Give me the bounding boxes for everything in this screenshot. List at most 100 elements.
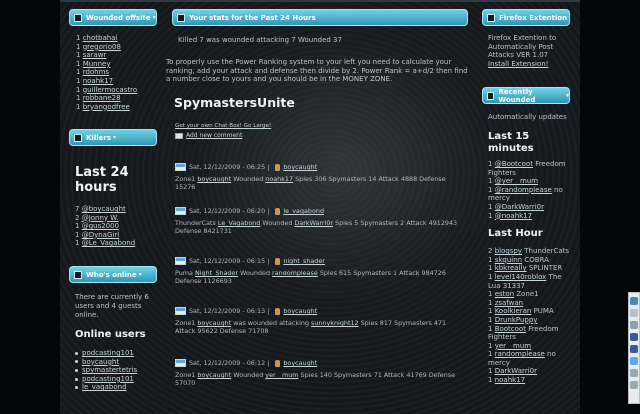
wounded-offsite-header[interactable]: Wounded offsite ▾ (69, 9, 157, 26)
list-item: 1 robbane28 (76, 94, 157, 103)
target-link[interactable]: yer__mum (265, 371, 298, 379)
user-link[interactable]: DarkWarri0r (495, 367, 537, 375)
item-count: 1 (76, 68, 83, 77)
entry-author-link[interactable]: boycaught (283, 307, 317, 315)
user-link[interactable]: rdohms (83, 68, 109, 76)
pencil-icon[interactable] (630, 369, 638, 377)
top-border (60, 0, 580, 2)
user-link[interactable]: @boycaught (82, 205, 126, 213)
user-link[interactable]: guillermocastro (83, 86, 137, 94)
dropdown-arrow-icon: ▾ (138, 271, 142, 278)
add-comment-link[interactable]: Add new comment (186, 132, 242, 139)
user-link[interactable]: chotbahai (83, 34, 118, 42)
target-link[interactable]: sunnyknight12 (311, 319, 359, 327)
user-link[interactable]: blogspy (495, 247, 522, 255)
user-icon (275, 207, 281, 215)
entry-author-link[interactable]: night_shader (283, 257, 325, 265)
user-link[interactable]: eston (495, 290, 514, 298)
user-link[interactable]: gregorio08 (83, 43, 121, 51)
facebook-icon[interactable] (630, 333, 638, 341)
mail-icon[interactable] (630, 309, 638, 317)
entry-author-link[interactable]: le_vagabond (283, 207, 324, 215)
chat-heading: SpymastersUnite (174, 95, 295, 110)
recently-wounded-header[interactable]: Recently Wounded ▾ (482, 87, 570, 104)
online-user-link[interactable]: boycaught (82, 358, 119, 367)
user-link[interactable]: DrunkPuppy (495, 316, 538, 324)
killers-header[interactable]: Killers ▾ (69, 129, 157, 146)
list-item: 1 guillermocastro (76, 86, 157, 95)
user-link[interactable]: @gus2000 (82, 222, 119, 230)
item-count: 1 (488, 376, 495, 385)
gear-icon[interactable] (630, 297, 638, 305)
user-link[interactable]: level140roblox (495, 273, 547, 281)
user-link[interactable]: @yer__mum (495, 177, 538, 185)
online-summary: There are currently 6 users and 4 guests… (75, 293, 149, 319)
user-link[interactable]: @Jonny W. (82, 214, 119, 222)
firefox-extension-header[interactable]: Firefox Extention (482, 9, 570, 26)
list-item: 1 Bootcoot Freedom Fighters (488, 325, 570, 342)
chat-entry: Sat, 12/12/2009 - 06:20 | le_vagabond Thun… (175, 207, 467, 236)
entry-author-link[interactable]: boycaught (283, 163, 317, 171)
calendar-icon (175, 307, 186, 315)
user-link[interactable]: bryangodfree (83, 103, 130, 111)
user-link[interactable]: skquinn (495, 256, 522, 264)
user-link[interactable]: randomplease (495, 350, 545, 358)
entry-author-link[interactable]: boycaught (283, 359, 317, 367)
facebook-square-icon[interactable] (630, 345, 638, 353)
entry-action: Wounded (231, 175, 266, 183)
twitter-icon[interactable] (630, 357, 638, 365)
calendar-icon (175, 257, 186, 265)
user-link[interactable]: yer__mum (495, 342, 531, 350)
entry-date: Sat, 12/12/2009 - 06:25 | (189, 163, 270, 171)
install-extension-link[interactable]: Install Extension! (482, 60, 570, 69)
user-link[interactable]: @Le_Vagabond (82, 239, 135, 247)
item-count: 1 (488, 290, 495, 299)
entry-action: Wounded (237, 269, 273, 277)
user-link[interactable]: @noahk17 (495, 212, 532, 220)
add-comment-row[interactable]: Add new comment (175, 132, 242, 139)
user-link[interactable]: sarawr (83, 51, 107, 59)
user-link[interactable]: Munney (83, 60, 111, 68)
item-count: 1 (488, 324, 495, 333)
share-icon[interactable] (630, 321, 638, 329)
whos-online-header[interactable]: Who's online ▾ (69, 266, 157, 283)
user-link[interactable]: robbane28 (83, 94, 121, 102)
online-user-link[interactable]: podcasting101 (82, 375, 134, 384)
attacker-link[interactable]: boycaught (197, 319, 231, 327)
user-link[interactable]: @DarkWarri0r (495, 203, 544, 211)
attacker-link[interactable]: boycaught (197, 175, 231, 183)
close-icon[interactable] (630, 381, 638, 389)
chat-box-link[interactable]: Get your own Chat Box! Go Large! (175, 123, 271, 129)
user-link[interactable]: @randomplease (495, 186, 552, 194)
ranking-instructions: To properly use the Power Ranking system… (166, 58, 468, 84)
entry-team: Zone1 (175, 371, 198, 379)
attacker-link[interactable]: Night_Shader (195, 269, 238, 277)
online-user-link[interactable]: podcasting101 (82, 349, 134, 358)
user-link[interactable]: Koolkieran (495, 307, 532, 315)
list-item: 1 randomplease no mercy (488, 350, 570, 367)
stats-header[interactable]: Your stats for the Past 24 Hours (172, 9, 468, 26)
user-link[interactable]: kbkreally (495, 264, 527, 272)
entry-action: Wounded (231, 371, 266, 379)
attacker-link[interactable]: boycaught (197, 371, 231, 379)
list-item: 1 yer__mum (488, 342, 570, 351)
target-link[interactable]: noahk17 (265, 175, 293, 183)
entry-header: Sat, 12/12/2009 - 06:20 | le_vagabond (175, 207, 467, 215)
user-link[interactable]: @DynaGirl (82, 231, 119, 239)
user-link[interactable]: noahk17 (83, 77, 113, 85)
target-link[interactable]: randomplease (272, 269, 318, 277)
user-link[interactable]: @Bootcoot (495, 160, 533, 168)
user-link[interactable]: zsafwan (495, 299, 523, 307)
user-link[interactable]: noahk17 (495, 376, 525, 384)
block-icon (74, 133, 82, 142)
last-15-heading: Last 15 minutes (488, 131, 534, 154)
online-users-heading: Online users (75, 329, 146, 340)
user-link[interactable]: Bootcoot (495, 325, 526, 333)
item-count: 1 (488, 272, 495, 281)
target-link[interactable]: DarkWarri0r (294, 219, 333, 227)
attacker-link[interactable]: Le_Vagabond (218, 219, 260, 227)
list-item: 1 bryangodfree (76, 103, 157, 112)
online-user-link[interactable]: le_vagabond (82, 383, 127, 392)
online-user-link[interactable]: spymastertetris (82, 366, 137, 375)
entry-team: Zone1 (175, 319, 198, 327)
